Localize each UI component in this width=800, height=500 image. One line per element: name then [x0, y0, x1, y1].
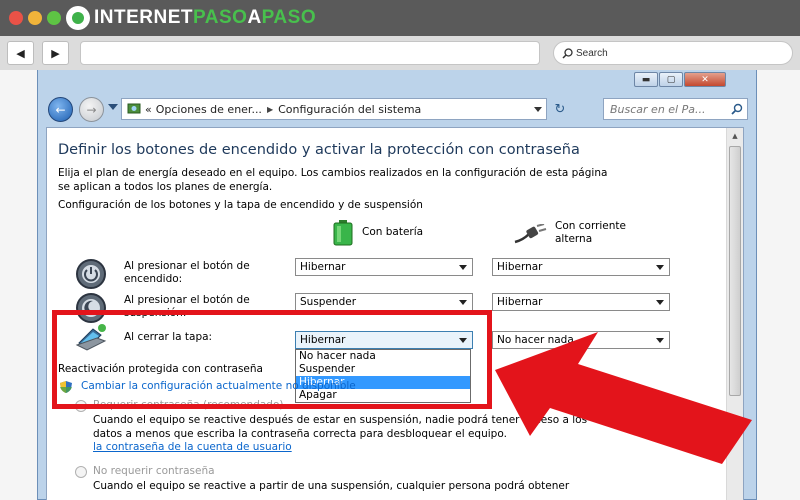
- page-title: Definir los botones de encendido y activ…: [58, 142, 580, 158]
- search-placeholder: Buscar en el Pa...: [610, 103, 706, 116]
- explorer-back-button[interactable]: ←: [48, 97, 73, 122]
- breadcrumb-item-system-settings[interactable]: Configuración del sistema: [278, 103, 421, 116]
- browser-back-button[interactable]: ◀: [7, 41, 34, 65]
- browser-search-placeholder: Search: [576, 47, 608, 59]
- pointer-arrow-icon: [495, 332, 752, 464]
- explorer-forward-button[interactable]: →: [79, 97, 104, 122]
- power-button-battery-select[interactable]: Hibernar: [295, 258, 473, 276]
- power-button-icon: [76, 259, 106, 289]
- breadcrumb-separator-icon: ▶: [266, 104, 274, 114]
- power-button-label-line-1: Al presionar el botón de: [124, 260, 250, 272]
- maximize-icon: ▢: [666, 74, 676, 85]
- window-controls: ▬ ▢ ✕: [633, 72, 726, 87]
- power-button-label: Al presionar el botón de encendido:: [124, 260, 250, 286]
- ac-header-line-1: Con corriente: [555, 220, 627, 232]
- sleep-button-battery-select[interactable]: Suspender: [295, 293, 473, 311]
- url-input[interactable]: [80, 41, 540, 65]
- back-arrow-icon: ◀: [16, 46, 25, 60]
- description-line-1: Elija el plan de energía deseado en el e…: [58, 167, 608, 179]
- minimize-icon: ▬: [641, 74, 651, 85]
- minimize-window-dot[interactable]: [28, 11, 42, 25]
- power-button-ac-select[interactable]: Hibernar: [492, 258, 670, 276]
- forward-arrow-icon: ▶: [51, 46, 60, 60]
- ac-plug-icon: [514, 224, 547, 244]
- history-dropdown-icon[interactable]: [108, 104, 118, 110]
- address-dropdown-icon[interactable]: [534, 107, 542, 112]
- no-password-radio[interactable]: [75, 466, 87, 478]
- no-password-desc-1: Cuando el equipo se reactive a partir de…: [93, 480, 570, 492]
- sleep-button-label-line-1: Al presionar el botón de: [124, 294, 250, 306]
- section-heading: Configuración de los botones y la tapa d…: [58, 199, 423, 211]
- back-arrow-icon: ←: [55, 102, 66, 117]
- address-row: ← → « Opciones de ener... ▶ Configuració…: [46, 96, 751, 122]
- breadcrumb-lead-icon: «: [145, 102, 152, 116]
- logo-part-a: A: [247, 7, 262, 28]
- zoom-window-dot[interactable]: [47, 11, 61, 25]
- battery-column-header: Con batería: [362, 226, 424, 238]
- search-icon: [562, 47, 573, 59]
- refresh-button[interactable]: ↻: [549, 98, 571, 120]
- refresh-icon: ↻: [554, 101, 566, 117]
- browser-toolbar: ◀ ▶ Search: [0, 36, 800, 70]
- logo-part-paso: PASO: [193, 7, 248, 28]
- logo-icon: [66, 6, 90, 30]
- ac-header-line-2: alterna: [555, 233, 593, 245]
- logo-text: INTERNETPASOAPASO: [94, 7, 316, 29]
- battery-icon: [333, 220, 353, 246]
- user-account-password-link[interactable]: la contraseña de la cuenta de usuario: [93, 441, 292, 453]
- browser-title-bar: INTERNETPASOAPASO: [0, 0, 800, 36]
- breadcrumb-item-power-options[interactable]: Opciones de ener...: [156, 103, 262, 116]
- highlight-frame: [52, 310, 492, 409]
- close-window-dot[interactable]: [9, 11, 23, 25]
- site-logo: INTERNETPASOAPASO: [66, 5, 316, 31]
- browser-search-input[interactable]: Search: [553, 41, 793, 65]
- page-description: Elija el plan de energía deseado en el e…: [58, 166, 718, 194]
- maximize-button[interactable]: ▢: [659, 72, 683, 87]
- breadcrumb[interactable]: « Opciones de ener... ▶ Configuración de…: [121, 98, 547, 120]
- no-password-label: No requerir contraseña: [93, 465, 215, 477]
- close-button[interactable]: ✕: [684, 72, 726, 87]
- power-button-label-line-2: encendido:: [124, 273, 183, 285]
- forward-arrow-icon: →: [86, 102, 97, 117]
- logo-part-internet: INTERNET: [94, 7, 193, 28]
- minimize-button[interactable]: ▬: [634, 72, 658, 87]
- ac-column-header: Con corriente alterna: [555, 220, 626, 246]
- browser-forward-button[interactable]: ▶: [42, 41, 69, 65]
- control-panel-icon: [127, 103, 141, 114]
- require-password-desc-2: datos a menos que escriba la contraseña …: [93, 428, 507, 440]
- close-icon: ✕: [701, 74, 709, 85]
- search-icon: [731, 103, 743, 115]
- sleep-button-ac-select[interactable]: Hibernar: [492, 293, 670, 311]
- control-panel-search-input[interactable]: Buscar en el Pa...: [603, 98, 748, 120]
- description-line-2: se aplican a todos los planes de energía…: [58, 181, 273, 193]
- scroll-up-icon[interactable]: ▲: [727, 128, 743, 144]
- logo-part-paso-2: PASO: [261, 7, 317, 28]
